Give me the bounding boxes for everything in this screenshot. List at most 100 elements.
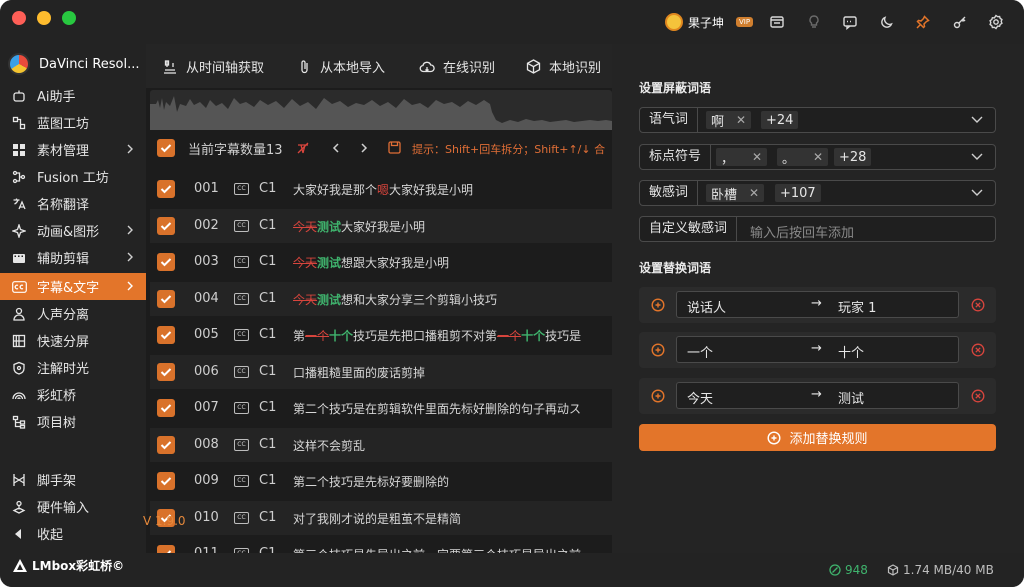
mask-section-title: 设置屏蔽词语: [639, 81, 712, 95]
sidebar-item-editing[interactable]: 辅助剪辑: [0, 244, 146, 271]
check-icon: [160, 331, 172, 340]
subtitle-text[interactable]: 第二个技巧是在剪辑软件里面先标好删除的句子再动ス: [293, 400, 581, 417]
split-icon: [11, 333, 27, 349]
drag-handle-icon[interactable]: [651, 298, 665, 312]
gear-icon[interactable]: [986, 12, 1006, 32]
sidebar-item-animation[interactable]: 动画&图形: [0, 217, 146, 244]
clear-format-icon[interactable]: [296, 141, 310, 155]
sidebar-item-annotation[interactable]: 注解时光: [0, 354, 146, 381]
user-profile[interactable]: 果子坤 VIP: [665, 12, 754, 32]
close-icon[interactable]: ✕: [752, 150, 762, 164]
drag-handle-icon[interactable]: [651, 389, 665, 403]
row-checkbox[interactable]: [157, 472, 175, 490]
chevron-down-icon[interactable]: [971, 189, 983, 197]
chevron-right-icon[interactable]: [359, 141, 369, 155]
row-checkbox[interactable]: [157, 326, 175, 344]
local-recognition-button[interactable]: 本地识别: [526, 57, 601, 76]
maximize-window-button[interactable]: [62, 11, 76, 25]
subtitle-text[interactable]: 这样不会剪乱: [293, 437, 365, 454]
minimize-window-button[interactable]: [37, 11, 51, 25]
chevron-down-icon[interactable]: [971, 153, 983, 161]
table-row[interactable]: 001 CC C1 大家好我是那个嗯大家好我是小明: [150, 172, 612, 206]
close-icon[interactable]: ✕: [736, 113, 746, 127]
subtitle-text[interactable]: 大家好我是那个嗯大家好我是小明: [293, 181, 473, 198]
select-all-checkbox[interactable]: [157, 139, 175, 157]
row-checkbox[interactable]: [157, 253, 175, 271]
close-window-button[interactable]: [12, 11, 26, 25]
close-icon[interactable]: ✕: [749, 186, 759, 200]
replace-rule-input[interactable]: 今天 → 测试: [676, 382, 959, 409]
remove-rule-icon[interactable]: [971, 389, 985, 403]
more-tag: +107: [775, 184, 821, 202]
app-selector[interactable]: DaVinci Resol...: [8, 53, 140, 75]
row-channel: C1: [259, 436, 277, 452]
online-recognition-button[interactable]: 在线识别: [419, 57, 495, 76]
custom-sensitive-input[interactable]: 输入后按回车添加: [750, 222, 854, 241]
table-row[interactable]: 007 CC C1 第二个技巧是在剪辑软件里面先标好删除的句子再动ス: [150, 391, 612, 425]
table-row[interactable]: 006 CC C1 口播粗糙里面的废话剪掉: [150, 354, 612, 389]
row-checkbox[interactable]: [157, 435, 175, 454]
subtitle-text[interactable]: 对了我刚才说的是粗茧不是精简: [293, 510, 461, 527]
punctuation-select[interactable]: 标点符号 ， ✕ 。 ✕ +28: [639, 144, 996, 170]
sidebar-item-ai-assistant[interactable]: Ai助手: [0, 82, 146, 109]
add-replace-rule-button[interactable]: 添加替换规则: [639, 424, 996, 451]
key-icon[interactable]: [950, 12, 970, 32]
sidebar-item-scaffold[interactable]: 脚手架: [0, 466, 146, 493]
row-checkbox[interactable]: [157, 362, 175, 381]
sidebar-item-split-screen[interactable]: 快速分屏: [0, 327, 146, 354]
row-checkbox[interactable]: [157, 545, 175, 553]
sidebar-item-subtitles[interactable]: 字幕&文字: [0, 273, 146, 300]
table-row[interactable]: 003 CC C1 今天测试想跟大家好我是小明: [150, 245, 612, 279]
pin-icon[interactable]: [913, 12, 933, 32]
audio-waveform[interactable]: [150, 90, 612, 130]
filler-words-select[interactable]: 语气词 啊 ✕ +24: [639, 107, 996, 133]
sidebar-item-rainbow-bridge[interactable]: 彩虹桥: [0, 381, 146, 408]
remove-rule-icon[interactable]: [971, 298, 985, 312]
sensitive-words-select[interactable]: 敏感词 卧槽 ✕ +107: [639, 180, 996, 206]
sidebar-item-vocal-separation[interactable]: 人声分离: [0, 300, 146, 327]
chevron-down-icon[interactable]: [971, 116, 983, 124]
subtitle-text[interactable]: 今天测试想跟大家好我是小明: [293, 254, 449, 271]
row-checkbox[interactable]: [157, 289, 175, 308]
sidebar-item-blueprint[interactable]: 蓝图工坊: [0, 109, 146, 136]
store-icon[interactable]: [767, 12, 787, 32]
sidebar-item-hardware-input[interactable]: 硬件输入: [0, 493, 146, 520]
table-row[interactable]: 010 CC C1 对了我刚才说的是粗茧不是精简: [150, 500, 612, 535]
sidebar-item-assets[interactable]: 素材管理: [0, 136, 146, 163]
subtitle-text[interactable]: 今天测试大家好我是小明: [293, 218, 425, 235]
message-icon[interactable]: [840, 12, 860, 32]
sidebar-item-fusion[interactable]: Fusion 工坊: [0, 163, 146, 190]
close-icon[interactable]: ✕: [813, 150, 823, 164]
replace-rule-input[interactable]: 一个 → 十个: [676, 336, 959, 363]
remove-rule-icon[interactable]: [971, 343, 985, 357]
chevron-left-icon[interactable]: [331, 141, 341, 155]
table-row[interactable]: 011CCC1第三个技巧是先导出之前一定要第三个技巧是导出之前: [150, 537, 612, 553]
moon-icon[interactable]: [877, 12, 897, 32]
import-from-timeline-button[interactable]: 从时间轴获取: [162, 57, 264, 76]
subtitle-text[interactable]: 口播粗糙里面的废话剪掉: [293, 364, 425, 381]
joystick-icon: [11, 499, 27, 515]
table-row[interactable]: 002 CC C1 今天测试大家好我是小明: [150, 208, 612, 243]
table-row[interactable]: 005 CC C1 第一个十个技巧是先把口播粗剪不对第一个十个技巧是: [150, 318, 612, 352]
table-row[interactable]: 008 CC C1 这样不会剪乱: [150, 427, 612, 462]
custom-sensitive-field[interactable]: 自定义敏感词 输入后按回车添加: [639, 216, 996, 242]
save-icon[interactable]: [388, 141, 401, 154]
sidebar-item-project-tree[interactable]: 项目树: [0, 408, 146, 435]
table-row[interactable]: 004 CC C1 今天测试想和大家分享三个剪辑小技巧: [150, 281, 612, 316]
row-checkbox[interactable]: [157, 216, 175, 235]
subtitle-text[interactable]: 第三个技巧是先导出之前一定要第三个技巧是导出之前: [293, 546, 581, 553]
drag-handle-icon[interactable]: [651, 343, 665, 357]
sidebar-item-translate[interactable]: 名称翻译: [0, 190, 146, 217]
field-label: 敏感词: [640, 181, 699, 205]
replace-rule-input[interactable]: 说话人 → 玩家 1: [676, 291, 959, 318]
subtitle-text[interactable]: 第二个技巧是先标好要删除的: [293, 473, 449, 490]
table-row[interactable]: 009 CC C1 第二个技巧是先标好要删除的: [150, 464, 612, 498]
row-checkbox[interactable]: [157, 399, 175, 417]
bulb-icon[interactable]: [804, 12, 824, 32]
row-channel: C1: [259, 473, 277, 488]
row-checkbox[interactable]: [157, 180, 175, 198]
sidebar-item-collapse[interactable]: 收起: [0, 520, 146, 547]
import-local-button[interactable]: 从本地导入: [298, 57, 385, 76]
subtitle-text[interactable]: 今天测试想和大家分享三个剪辑小技巧: [293, 291, 497, 308]
subtitle-text[interactable]: 第一个十个技巧是先把口播粗剪不对第一个十个技巧是: [293, 327, 581, 344]
